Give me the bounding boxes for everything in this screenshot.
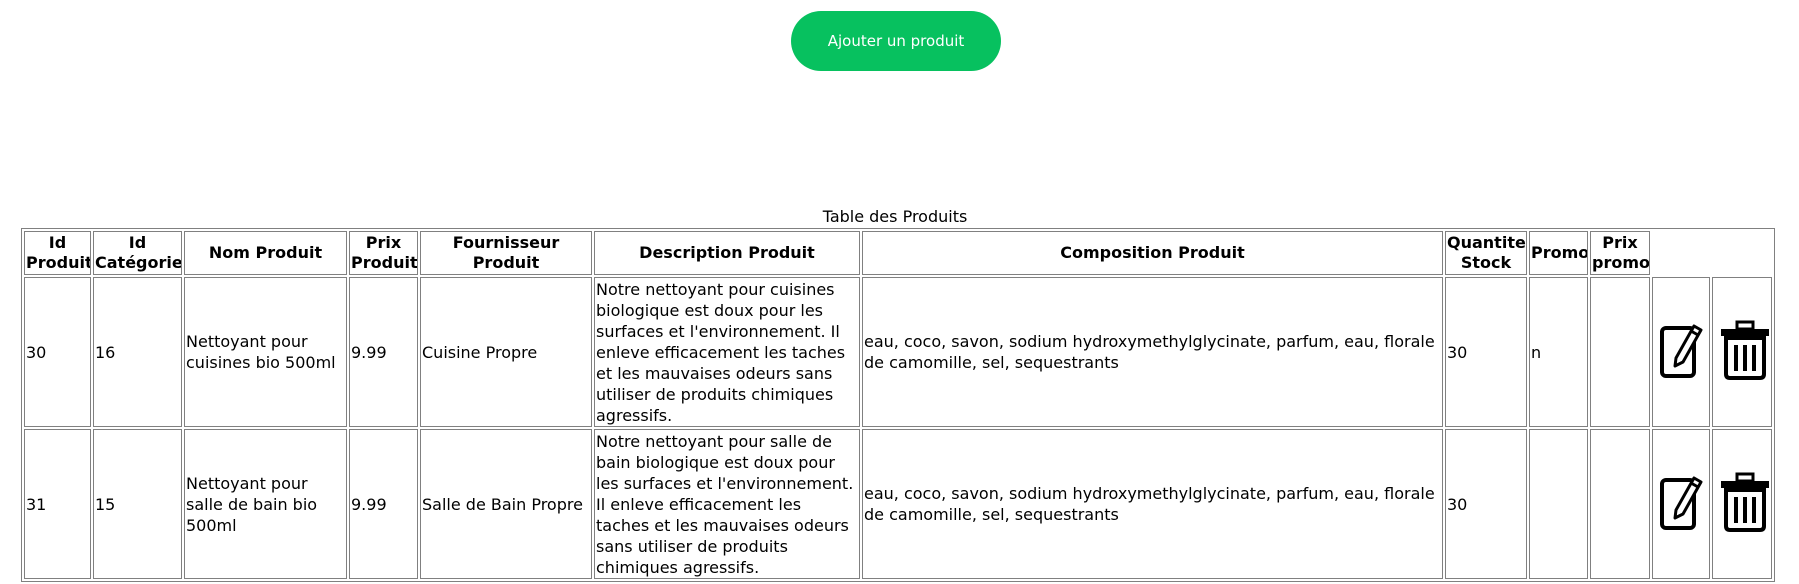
- cell-promo: [1529, 429, 1588, 579]
- products-table-container: Table des Produits Id Produit Id Catégorie…: [21, 206, 1775, 582]
- cell-composition-produit: eau, coco, savon, sodium hydroxymethylgl…: [862, 429, 1443, 579]
- cell-composition-produit: eau, coco, savon, sodium hydroxymethylgl…: [862, 277, 1443, 427]
- header-nom-produit: Nom Produit: [184, 231, 347, 275]
- table-row: 31 15 Nettoyant pour salle de bain bio 5…: [24, 429, 1772, 579]
- table-row: 30 16 Nettoyant pour cuisines bio 500ml …: [24, 277, 1772, 427]
- header-promo: Promo: [1529, 231, 1588, 275]
- cell-prix-produit: 9.99: [349, 277, 418, 427]
- top-bar: Ajouter un produit: [0, 0, 1799, 80]
- header-quantite-stock: Quantite Stock: [1445, 231, 1527, 275]
- edit-icon[interactable]: [1658, 472, 1704, 532]
- cell-promo: n: [1529, 277, 1588, 427]
- cell-description-produit: Notre nettoyant pour salle de bain biolo…: [594, 429, 860, 579]
- cell-prix-promo: [1590, 277, 1650, 427]
- header-row: Id Produit Id Catégorie Nom Produit Prix Pr…: [24, 231, 1772, 275]
- header-fournisseur-produit: Fournisseur Produit: [420, 231, 592, 275]
- cell-id-categorie: 15: [93, 429, 182, 579]
- cell-prix-promo: [1590, 429, 1650, 579]
- edit-icon[interactable]: [1658, 320, 1704, 380]
- cell-fournisseur-produit: Salle de Bain Propre: [420, 429, 592, 579]
- cell-edit: [1652, 277, 1710, 427]
- trash-icon[interactable]: [1719, 320, 1769, 380]
- cell-id-produit: 31: [24, 429, 91, 579]
- cell-nom-produit: Nettoyant pour salle de bain bio 500ml: [184, 429, 347, 579]
- cell-id-categorie: 16: [93, 277, 182, 427]
- table-caption: Table des Produits: [822, 207, 968, 226]
- cell-edit: [1652, 429, 1710, 579]
- header-id-categorie: Id Catégorie: [93, 231, 182, 275]
- cell-description-produit: Notre nettoyant pour cuisines biologique…: [594, 277, 860, 427]
- products-table: Id Produit Id Catégorie Nom Produit Prix Pr…: [21, 228, 1775, 582]
- header-prix-produit: Prix Produit: [349, 231, 418, 275]
- cell-delete: [1712, 277, 1772, 427]
- header-prix-promo: Prix promo: [1590, 231, 1650, 275]
- trash-icon[interactable]: [1719, 472, 1769, 532]
- cell-fournisseur-produit: Cuisine Propre: [420, 277, 592, 427]
- cell-id-produit: 30: [24, 277, 91, 427]
- header-description-produit: Description Produit: [594, 231, 860, 275]
- header-composition-produit: Composition Produit: [862, 231, 1443, 275]
- header-empty: [1652, 231, 1772, 275]
- add-product-button[interactable]: Ajouter un produit: [791, 11, 1001, 71]
- cell-quantite-stock: 30: [1445, 429, 1527, 579]
- cell-delete: [1712, 429, 1772, 579]
- header-id-produit: Id Produit: [24, 231, 91, 275]
- cell-nom-produit: Nettoyant pour cuisines bio 500ml: [184, 277, 347, 427]
- cell-prix-produit: 9.99: [349, 429, 418, 579]
- cell-quantite-stock: 30: [1445, 277, 1527, 427]
